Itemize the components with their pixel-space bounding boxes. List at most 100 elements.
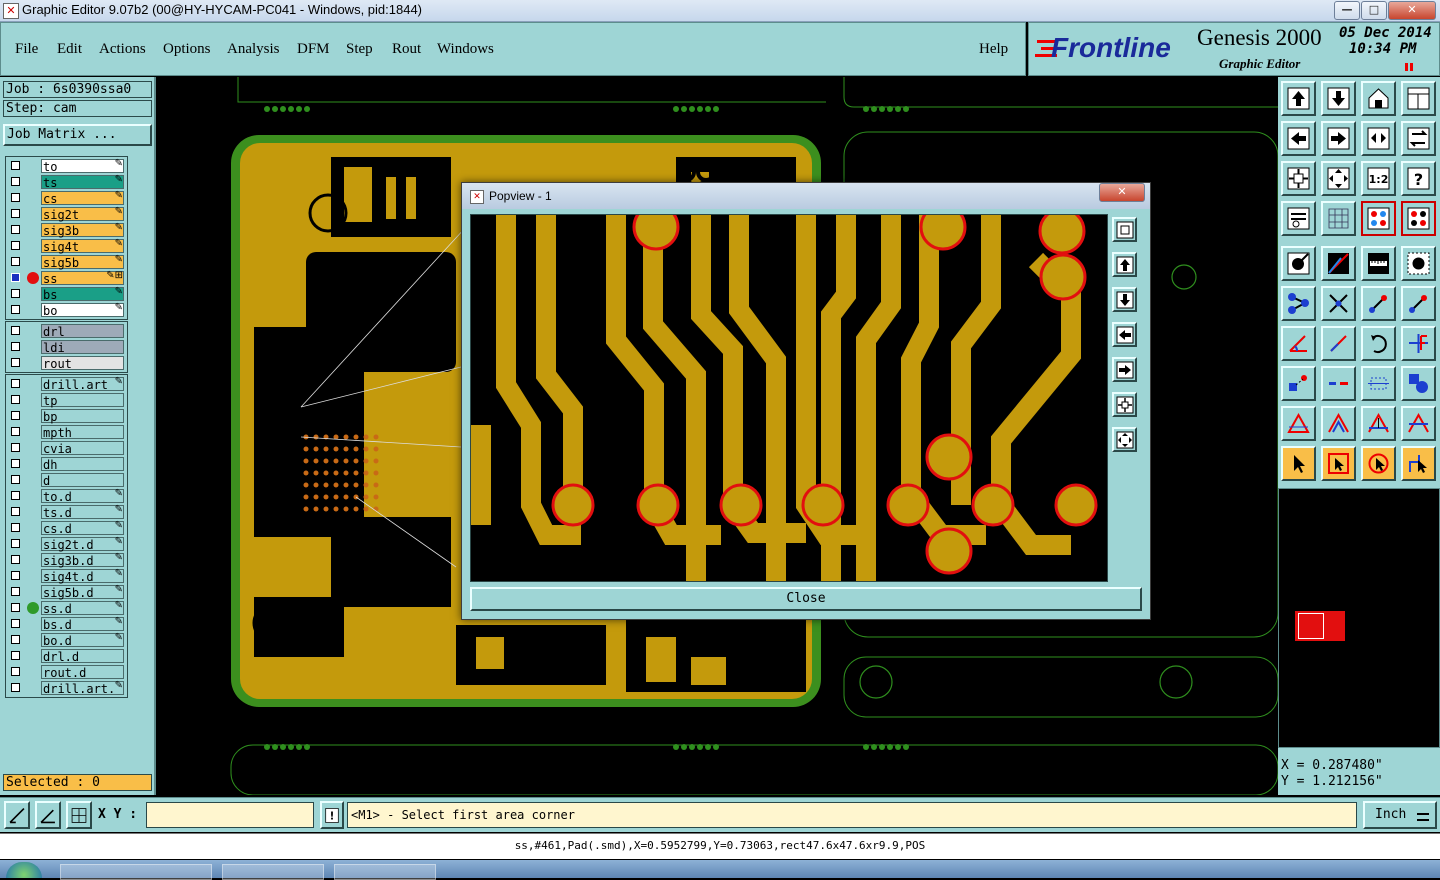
menu-help[interactable]: Help (979, 41, 1008, 58)
popview-center-button[interactable] (1112, 427, 1137, 452)
popview-canvas[interactable] (470, 214, 1108, 582)
layer-checkbox[interactable] (11, 443, 20, 452)
units-dropdown[interactable]: Inch (1363, 801, 1437, 829)
layer-row[interactable]: ts ✎ (6, 174, 127, 190)
layer-checkbox[interactable] (11, 161, 20, 170)
pan-down-button[interactable] (1321, 81, 1356, 116)
snap-edge-button[interactable] (1321, 246, 1356, 281)
diagonal-button[interactable] (1321, 326, 1356, 361)
layer-row[interactable]: drl (6, 323, 127, 339)
popview-zoom-in-button[interactable] (1112, 217, 1137, 242)
layer-checkbox[interactable] (11, 587, 20, 596)
layer-checkbox[interactable] (11, 683, 20, 692)
layer-checkbox[interactable] (11, 427, 20, 436)
layer-row[interactable]: mpth (6, 424, 127, 440)
menu-analysis[interactable]: Analysis (227, 41, 280, 58)
layer-checkbox[interactable] (11, 555, 20, 564)
popview-up-button[interactable] (1112, 252, 1137, 277)
layer-checkbox[interactable] (11, 475, 20, 484)
layer-checkbox[interactable] (11, 379, 20, 388)
zoom-center-button[interactable] (1321, 161, 1356, 196)
layer-checkbox[interactable] (11, 411, 20, 420)
mirror-button[interactable] (1361, 121, 1396, 156)
measure-button[interactable] (1281, 201, 1316, 236)
intersect-button[interactable] (1321, 286, 1356, 321)
pan-right-button[interactable] (1321, 121, 1356, 156)
connect-button[interactable] (1281, 286, 1316, 321)
resize-button[interactable] (1361, 366, 1396, 401)
snap-center-button[interactable] (1401, 246, 1436, 281)
layer-row[interactable]: ldi (6, 339, 127, 355)
layer-checkbox[interactable] (11, 459, 20, 468)
layer-row[interactable]: ss.d ✎ (6, 600, 127, 616)
popview-close-button[interactable]: Close (470, 587, 1142, 611)
layer-row[interactable]: cvia (6, 440, 127, 456)
angle-mode-button[interactable] (35, 801, 61, 829)
line-button[interactable] (1361, 286, 1396, 321)
layer-checkbox[interactable] (11, 603, 20, 612)
rotate-button[interactable] (1361, 326, 1396, 361)
triangle-split-button[interactable] (1401, 406, 1436, 441)
copy-shapes-button[interactable] (1401, 366, 1436, 401)
display-options-button[interactable] (1361, 201, 1396, 236)
layer-row[interactable]: sig3b.d ✎ (6, 552, 127, 568)
layer-checkbox[interactable] (11, 273, 20, 282)
layer-row[interactable]: sig5b.d ✎ (6, 584, 127, 600)
popview-title-bar[interactable]: ✕ Popview - 1 ✕ (462, 183, 1150, 209)
zoom-fit-button[interactable] (1281, 161, 1316, 196)
layer-checkbox[interactable] (11, 209, 20, 218)
layer-row[interactable]: bs ✎ (6, 286, 127, 302)
menu-actions[interactable]: Actions (99, 41, 146, 58)
layer-row[interactable]: dh (6, 456, 127, 472)
grid-button[interactable] (1321, 201, 1356, 236)
triangle-up-button[interactable] (1361, 406, 1396, 441)
snap-pad-button[interactable] (1281, 246, 1316, 281)
home-view-button[interactable] (1361, 81, 1396, 116)
move-button[interactable] (1281, 366, 1316, 401)
layer-checkbox[interactable] (11, 257, 20, 266)
popview-down-button[interactable] (1112, 287, 1137, 312)
layer-row[interactable]: drill.art ✎ (6, 376, 127, 392)
grid-snap-button[interactable] (66, 801, 92, 829)
menu-dfm[interactable]: DFM (297, 41, 330, 58)
snap-mode-button[interactable] (4, 801, 30, 829)
layer-checkbox[interactable] (11, 507, 20, 516)
layer-row[interactable]: rout (6, 355, 127, 371)
zoom-one-to-two-button[interactable]: 1:2 (1361, 161, 1396, 196)
menu-step[interactable]: Step (346, 41, 373, 58)
layer-checkbox[interactable] (11, 523, 20, 532)
minimize-button[interactable]: — (1334, 1, 1360, 20)
maximize-button[interactable]: □ (1361, 1, 1387, 20)
layer-checkbox[interactable] (11, 651, 20, 660)
layer-checkbox[interactable] (11, 342, 20, 351)
popview-right-button[interactable] (1112, 357, 1137, 382)
layer-row[interactable]: bo ✎ (6, 302, 127, 318)
angle-button[interactable] (1281, 326, 1316, 361)
swap-button[interactable] (1401, 121, 1436, 156)
layer-checkbox[interactable] (11, 619, 20, 628)
menu-rout[interactable]: Rout (392, 41, 421, 58)
layer-row[interactable]: ts.d ✎ (6, 504, 127, 520)
select-circle-button[interactable] (1361, 446, 1396, 481)
layer-row[interactable]: bs.d ✎ (6, 616, 127, 632)
triangle-tool-button[interactable] (1281, 406, 1316, 441)
select-pointer-button[interactable] (1281, 446, 1316, 481)
layer-row[interactable]: tp (6, 392, 127, 408)
pan-left-button[interactable] (1281, 121, 1316, 156)
window-close-button[interactable]: ✕ (1388, 1, 1436, 20)
window-split-button[interactable] (1401, 81, 1436, 116)
layer-row[interactable]: rout.d (6, 664, 127, 680)
layer-checkbox[interactable] (11, 241, 20, 250)
menu-windows[interactable]: Windows (437, 41, 494, 58)
popview-left-button[interactable] (1112, 322, 1137, 347)
triangle-arrow-button[interactable] (1321, 406, 1356, 441)
layer-row[interactable]: d (6, 472, 127, 488)
layer-checkbox[interactable] (11, 225, 20, 234)
layer-row[interactable]: to ✎ (6, 158, 127, 174)
menu-edit[interactable]: Edit (57, 41, 82, 58)
layer-checkbox[interactable] (11, 571, 20, 580)
layer-row[interactable]: sig5b ✎ (6, 254, 127, 270)
pan-up-button[interactable] (1281, 81, 1316, 116)
layer-checkbox[interactable] (11, 395, 20, 404)
popview-zoom-fit-button[interactable] (1112, 392, 1137, 417)
